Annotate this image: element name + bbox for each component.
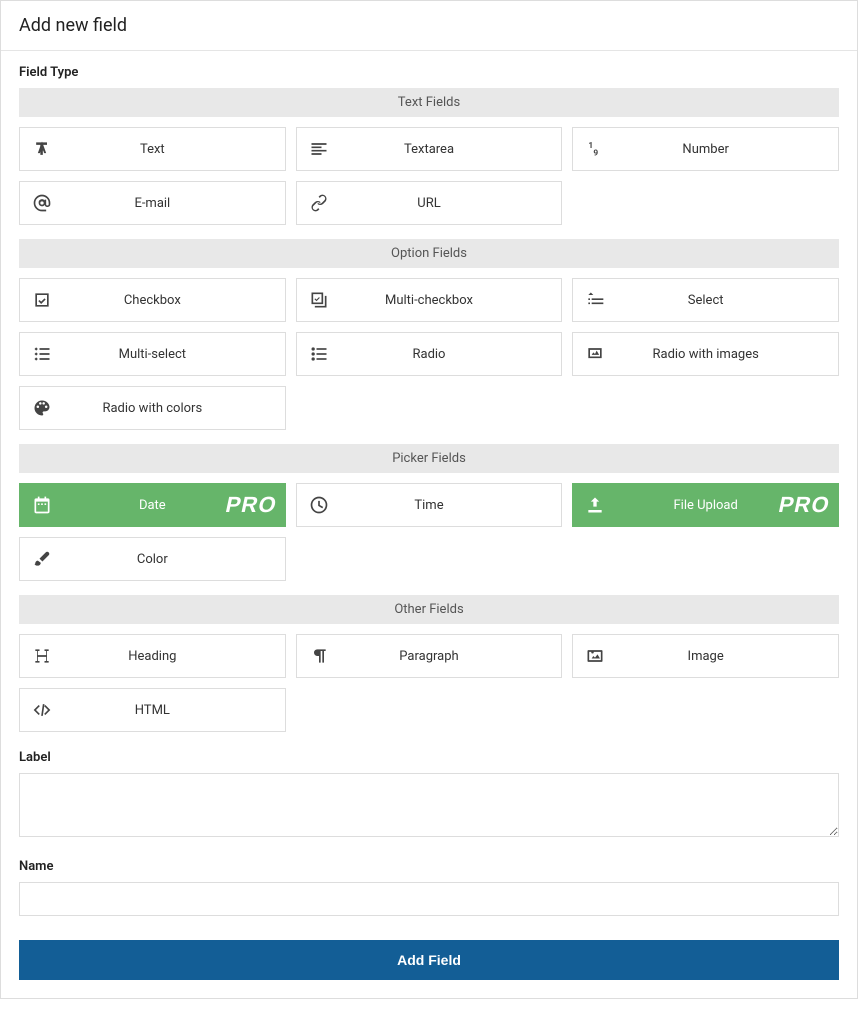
field-label: HTML xyxy=(64,703,285,718)
group-header-option: Option Fields xyxy=(19,239,839,268)
name-input[interactable] xyxy=(19,882,839,916)
field-label: Color xyxy=(64,552,285,567)
heading-icon xyxy=(20,646,64,666)
list-icon xyxy=(297,344,341,364)
field-heading[interactable]: Heading xyxy=(19,634,286,678)
field-label: Radio with images xyxy=(617,347,838,362)
paragraph-icon xyxy=(297,646,341,666)
panel-body: Field Type Text Fields Text Textarea 19 xyxy=(1,51,857,998)
field-number[interactable]: 19 Number xyxy=(572,127,839,171)
field-label: Radio xyxy=(341,347,562,362)
field-file-upload[interactable]: File Upload PRO xyxy=(572,483,839,527)
images-icon xyxy=(573,344,617,364)
field-label: Multi-checkbox xyxy=(341,293,562,308)
field-label: Time xyxy=(341,498,562,513)
name-section: Name xyxy=(19,859,839,916)
group-other: Heading Paragraph Image HTML xyxy=(19,634,839,732)
group-header-picker: Picker Fields xyxy=(19,444,839,473)
group-option: Checkbox Multi-checkbox Select Multi-sel… xyxy=(19,278,839,430)
add-field-button[interactable]: Add Field xyxy=(19,940,839,980)
field-radio-colors[interactable]: Radio with colors xyxy=(19,386,286,430)
field-select[interactable]: Select xyxy=(572,278,839,322)
field-label: Radio with colors xyxy=(64,401,285,416)
clock-icon xyxy=(297,495,341,515)
font-icon xyxy=(20,139,64,159)
field-paragraph[interactable]: Paragraph xyxy=(296,634,563,678)
label-section: Label xyxy=(19,750,839,841)
group-header-text: Text Fields xyxy=(19,88,839,117)
add-field-panel: Add new field Field Type Text Fields Tex… xyxy=(0,0,858,999)
field-label: Checkbox xyxy=(64,293,285,308)
field-label: Number xyxy=(617,142,838,157)
image-icon xyxy=(573,646,617,666)
checkbox-icon xyxy=(20,290,64,310)
label-field-label: Label xyxy=(19,750,839,765)
pro-badge: PRO xyxy=(777,492,833,518)
field-date[interactable]: Date PRO xyxy=(19,483,286,527)
field-label: Heading xyxy=(64,649,285,664)
field-radio-images[interactable]: Radio with images xyxy=(572,332,839,376)
align-left-icon xyxy=(297,139,341,159)
field-label: Text xyxy=(64,142,285,157)
code-icon xyxy=(20,700,64,720)
field-textarea[interactable]: Textarea xyxy=(296,127,563,171)
palette-icon xyxy=(20,398,64,418)
name-field-label: Name xyxy=(19,859,839,874)
field-multi-checkbox[interactable]: Multi-checkbox xyxy=(296,278,563,322)
group-text: Text Textarea 19 Number E-mail xyxy=(19,127,839,225)
field-label: Textarea xyxy=(341,142,562,157)
field-label: URL xyxy=(341,196,562,211)
field-label: Multi-select xyxy=(64,347,285,362)
upload-icon xyxy=(573,495,617,515)
svg-text:9: 9 xyxy=(594,149,599,159)
field-email[interactable]: E-mail xyxy=(19,181,286,225)
group-header-other: Other Fields xyxy=(19,595,839,624)
field-text[interactable]: Text xyxy=(19,127,286,171)
number-icon: 19 xyxy=(573,139,617,159)
field-type-label: Field Type xyxy=(19,65,839,80)
calendar-icon xyxy=(20,495,64,515)
field-label: Image xyxy=(617,649,838,664)
field-multi-select[interactable]: Multi-select xyxy=(19,332,286,376)
field-image[interactable]: Image xyxy=(572,634,839,678)
label-input[interactable] xyxy=(19,773,839,837)
field-url[interactable]: URL xyxy=(296,181,563,225)
field-checkbox[interactable]: Checkbox xyxy=(19,278,286,322)
field-radio[interactable]: Radio xyxy=(296,332,563,376)
field-label: E-mail xyxy=(64,196,285,211)
field-label: Paragraph xyxy=(341,649,562,664)
group-picker: Date PRO Time File Upload PRO C xyxy=(19,483,839,581)
svg-text:1: 1 xyxy=(589,141,594,151)
panel-title: Add new field xyxy=(1,1,857,51)
field-color[interactable]: Color xyxy=(19,537,286,581)
multi-select-icon xyxy=(20,344,64,364)
field-time[interactable]: Time xyxy=(296,483,563,527)
pro-badge: PRO xyxy=(223,492,279,518)
select-icon xyxy=(573,290,617,310)
multi-checkbox-icon xyxy=(297,290,341,310)
field-html[interactable]: HTML xyxy=(19,688,286,732)
field-label: Select xyxy=(617,293,838,308)
at-icon xyxy=(20,193,64,213)
link-icon xyxy=(297,193,341,213)
brush-icon xyxy=(20,549,64,569)
